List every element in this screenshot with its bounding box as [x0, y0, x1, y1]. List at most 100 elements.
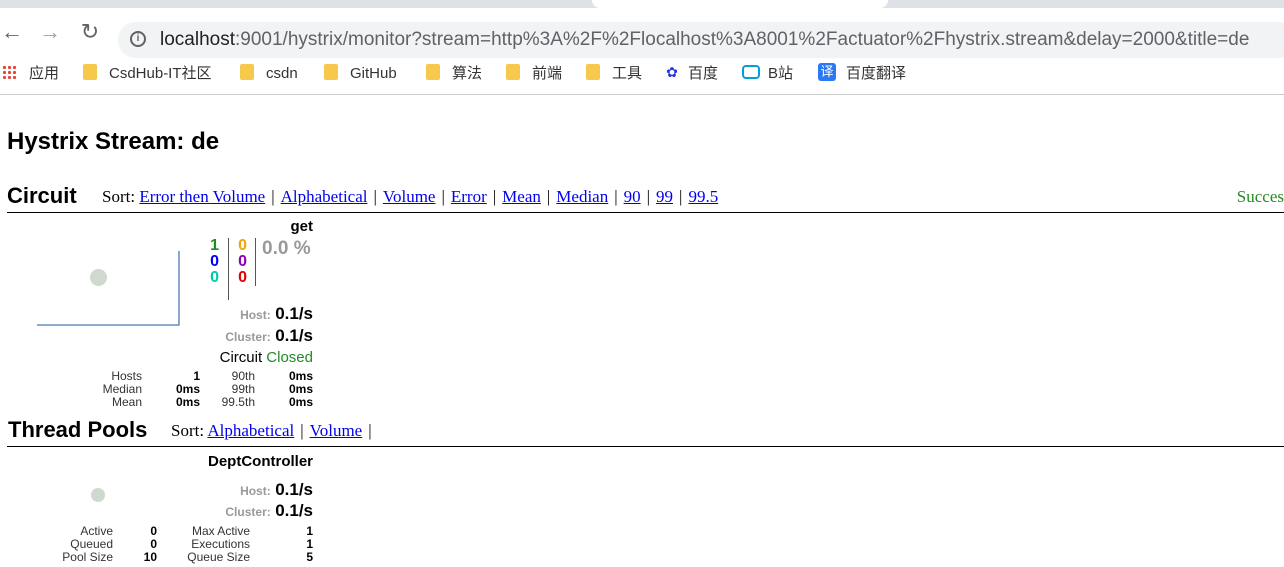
- pool-size-label: Pool Size: [62, 550, 113, 564]
- folder-icon: [506, 64, 520, 81]
- back-arrow-icon[interactable]: ←: [0, 20, 24, 44]
- bookmark-baidu-translate[interactable]: 译百度翻译: [818, 63, 907, 84]
- folder-icon: [83, 64, 97, 81]
- sort-error[interactable]: Error: [451, 187, 487, 206]
- bookmark-label: 前端: [532, 65, 563, 82]
- queue-size-label: Queue Size: [187, 550, 250, 564]
- circuit-heading: Circuit: [7, 183, 77, 208]
- tab-strip: [0, 0, 1284, 8]
- active-tab[interactable]: [592, 0, 888, 8]
- circuit-sort-bar: Sort: Error then Volume | Alphabetical | Vol…: [102, 187, 718, 207]
- separator: |: [492, 187, 497, 206]
- pool-cluster-rate-line: Cluster: 0.1/s: [225, 501, 313, 521]
- bookmark-label: B站: [768, 65, 794, 82]
- bookmark-frontend[interactable]: 前端: [506, 64, 562, 84]
- failure-count: 0: [238, 269, 247, 286]
- separator: |: [300, 421, 304, 440]
- pool-sort-volume[interactable]: Volume: [310, 421, 363, 440]
- bookmark-tools[interactable]: 工具: [586, 64, 642, 84]
- thread-pool-card: DeptController Host: 0.1/s Cluster: 0.1/…: [7, 452, 315, 567]
- thread-pools-heading: Thread Pools: [8, 417, 148, 442]
- cluster-rate: 0.1/s: [275, 501, 313, 520]
- bilibili-tv-icon: [742, 65, 760, 80]
- forward-arrow-icon[interactable]: →: [38, 20, 62, 44]
- mean-label: Mean: [111, 395, 142, 409]
- thread-pools-header: Thread Pools Sort: Alphabetical | Volume |: [7, 417, 1284, 447]
- folder-icon: [324, 64, 338, 81]
- pool-size-value: 10: [143, 550, 157, 564]
- bookmark-baidu[interactable]: ✿ 百度: [664, 64, 718, 84]
- folder-icon: [240, 64, 254, 81]
- count-divider: [255, 238, 256, 286]
- bookmark-algorithms[interactable]: 算法: [426, 64, 482, 84]
- counts-right: 0 0 0: [233, 238, 247, 286]
- url-rest: :9001/hystrix/monitor?stream=http%3A%2F%…: [235, 29, 1250, 50]
- thread-pool-name: DeptController: [208, 453, 313, 470]
- queue-size-value: 5: [306, 550, 313, 564]
- sort-mean[interactable]: Mean: [502, 187, 541, 206]
- host-rate: 0.1/s: [275, 480, 313, 499]
- bookmark-github[interactable]: GitHub: [324, 64, 397, 84]
- apps-grid-icon: [2, 64, 17, 80]
- browser-toolbar: ← → ↻ i localhost:9001/hystrix/monitor?s…: [0, 8, 1284, 58]
- baidu-paw-icon: ✿: [666, 64, 678, 81]
- pool-stats-table: Active Queued Pool Size 0 0 10 Max Activ…: [7, 525, 315, 565]
- timeout-count: 0: [238, 237, 247, 254]
- sparkline: [37, 251, 180, 326]
- sort-error-then-volume[interactable]: Error then Volume: [139, 187, 265, 206]
- bookmark-label: 应用: [29, 65, 60, 82]
- bookmark-csdn[interactable]: csdn: [240, 64, 298, 84]
- pool-health-circle: [91, 488, 105, 502]
- sort-90[interactable]: 90: [624, 187, 641, 206]
- error-percentage: 0.0 %: [262, 238, 311, 259]
- page-title: Hystrix Stream: de: [7, 128, 220, 155]
- pool-sort-alphabetical[interactable]: Alphabetical: [207, 421, 294, 440]
- sort-alphabetical[interactable]: Alphabetical: [281, 187, 368, 206]
- host-rate: 0.1/s: [275, 304, 313, 323]
- separator: |: [271, 187, 275, 206]
- success-count: 1: [210, 237, 219, 254]
- separator: |: [646, 187, 651, 206]
- bad-request-count: 0: [210, 269, 219, 286]
- url-host: localhost: [160, 29, 235, 50]
- bookmarks-bar: 应用 CsdHub-IT社区 csdn GitHub 算法 前端 工具 ✿ 百度 …: [0, 56, 1284, 95]
- sort-label: Sort:: [102, 187, 136, 206]
- circuit-name: get: [290, 218, 314, 235]
- folder-icon: [426, 64, 440, 81]
- sparkline-chart: [37, 251, 180, 326]
- circuit-status-value: Closed: [266, 349, 313, 366]
- sort-99[interactable]: 99: [656, 187, 673, 206]
- separator: |: [441, 187, 445, 206]
- address-bar[interactable]: i localhost:9001/hystrix/monitor?stream=…: [118, 22, 1284, 58]
- separator: |: [546, 187, 551, 206]
- short-circuited-count: 0: [210, 253, 219, 270]
- translate-icon: 译: [818, 63, 836, 82]
- pool-host-rate-line: Host: 0.1/s: [240, 480, 313, 500]
- sort-median[interactable]: Median: [556, 187, 608, 206]
- count-divider: [228, 238, 229, 300]
- bookmark-bilibili[interactable]: B站: [742, 64, 793, 84]
- p995-label: 99.5th: [221, 395, 255, 409]
- circuit-card: get 1 0 0 0 0 0 0.0 % Host: 0.1/s Cluste…: [7, 216, 315, 411]
- reload-icon[interactable]: ↻: [78, 20, 102, 44]
- rejected-count: 0: [238, 253, 247, 270]
- cluster-rate: 0.1/s: [275, 326, 313, 345]
- site-info-icon[interactable]: i: [130, 31, 146, 47]
- bookmark-apps[interactable]: 应用: [2, 64, 59, 84]
- host-rate-line: Host: 0.1/s: [240, 304, 313, 324]
- bookmark-csdhub[interactable]: CsdHub-IT社区: [83, 64, 212, 84]
- circuit-stats-table: Hosts Median Mean 1 0ms 0ms 90th 99th 99…: [7, 370, 315, 410]
- p995-value: 0ms: [288, 395, 313, 409]
- counts-left: 1 0 0: [205, 238, 219, 286]
- circuit-status: Circuit Closed: [220, 349, 313, 366]
- url-text[interactable]: localhost:9001/hystrix/monitor?stream=ht…: [160, 30, 1249, 50]
- sort-volume[interactable]: Volume: [383, 187, 436, 206]
- separator: |: [679, 187, 683, 206]
- cluster-rate-line: Cluster: 0.1/s: [225, 326, 313, 346]
- cluster-label: Cluster:: [225, 330, 271, 344]
- bookmark-label: csdn: [266, 65, 298, 82]
- cluster-label: Cluster:: [225, 505, 271, 519]
- sort-99-5[interactable]: 99.5: [688, 187, 718, 206]
- separator: |: [368, 421, 372, 440]
- bookmark-label: 百度翻译: [846, 65, 907, 82]
